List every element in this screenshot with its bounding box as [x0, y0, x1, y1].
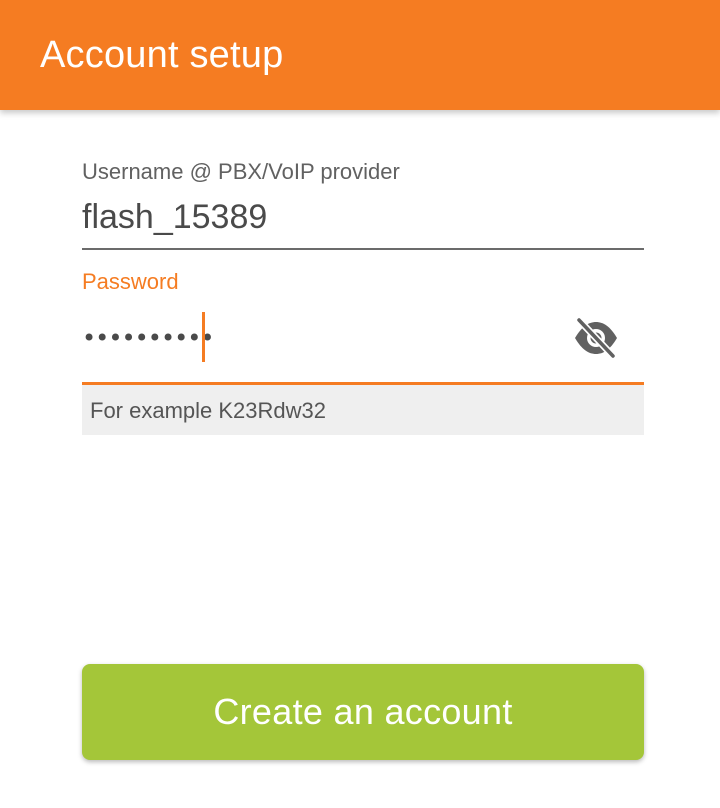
page-title: Account setup — [40, 34, 284, 76]
password-masked-value: •••••••••• — [82, 324, 215, 352]
password-field[interactable]: •••••••••• — [82, 312, 562, 364]
password-hint-box: For example K23Rdw32 — [82, 385, 644, 435]
create-account-button[interactable]: Create an account — [82, 664, 644, 760]
eye-off-icon — [575, 318, 617, 358]
app-bar: Account setup — [0, 0, 720, 110]
username-field[interactable] — [82, 196, 642, 238]
account-setup-screen: Account setup Username @ PBX/VoIP provid… — [0, 0, 720, 808]
username-label: Username @ PBX/VoIP provider — [82, 159, 400, 184]
create-account-label: Create an account — [213, 691, 513, 732]
username-underline — [82, 248, 644, 250]
password-label: Password — [82, 269, 179, 294]
text-caret — [202, 312, 205, 362]
password-hint: For example K23Rdw32 — [90, 398, 327, 423]
password-visibility-toggle[interactable] — [572, 316, 620, 360]
